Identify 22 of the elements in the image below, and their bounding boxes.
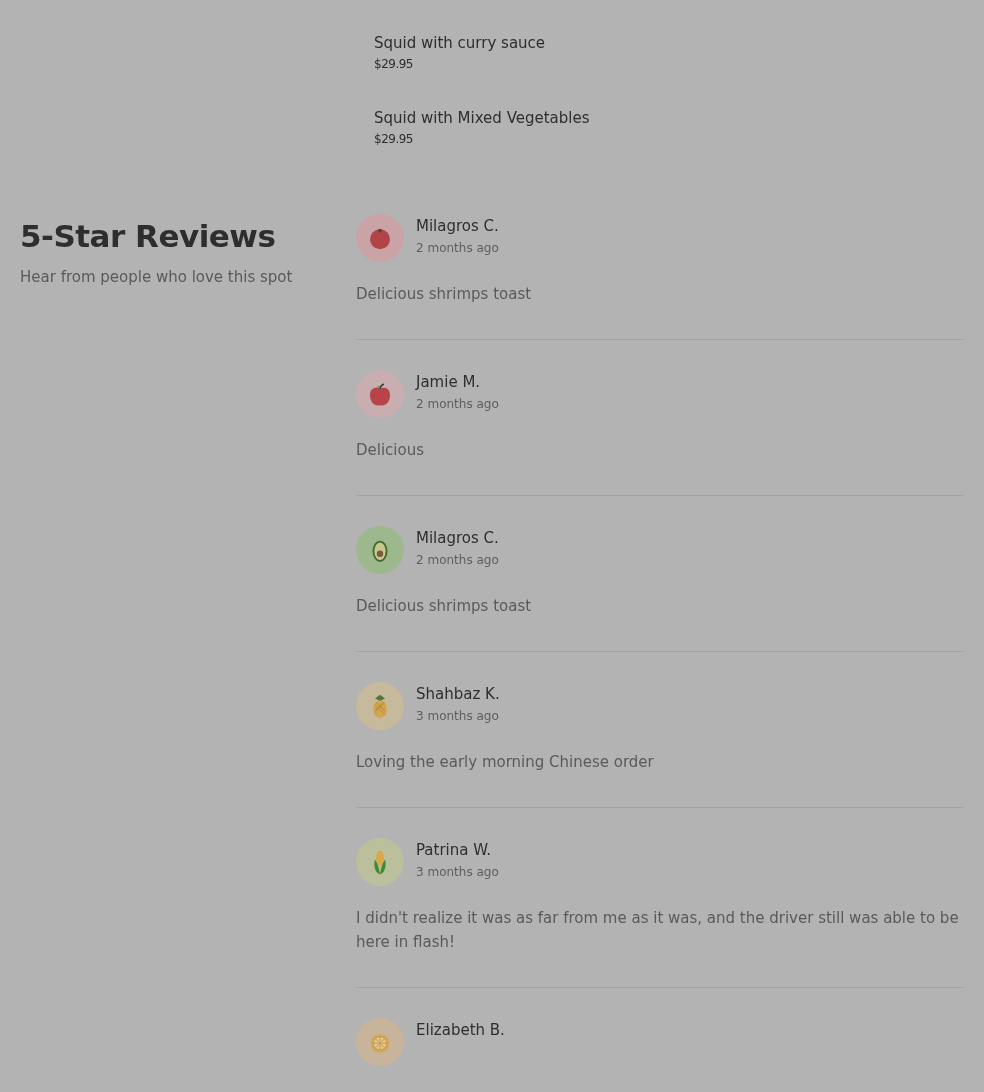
- section-title: 5-Star Reviews: [20, 217, 277, 256]
- author-name: Milagros C.: [416, 216, 499, 237]
- review-text: I didn't realize it was as far from me as it was, and the driver still was able to be here in flash!: [356, 908, 960, 953]
- review-text: Delicious shrimps toast: [356, 596, 533, 617]
- review-text: Delicious shrimps toast: [356, 284, 533, 305]
- item-price: $29.95: [374, 56, 414, 73]
- review-time: 2 months ago: [416, 240, 499, 257]
- review-text: Delicious: [356, 440, 426, 461]
- review-time: 2 months ago: [416, 552, 499, 569]
- author-name: Patrina W.: [416, 840, 493, 861]
- item-name: Squid with Mixed Vegetables: [374, 108, 591, 129]
- author-name: Elizabeth B.: [416, 1020, 505, 1041]
- author-name: Milagros C.: [416, 528, 499, 549]
- item-price: $29.95: [374, 131, 414, 148]
- review-time: 3 months ago: [416, 708, 500, 725]
- author-name: Shahbaz K.: [416, 684, 500, 705]
- author-name: Jamie M.: [416, 372, 482, 393]
- section-subtitle: Hear from people who love this spot: [20, 268, 294, 286]
- review-text: Loving the early morning Chinese order: [356, 752, 655, 773]
- item-name: Squid with curry sauce: [374, 33, 547, 54]
- review-time: 3 months ago: [416, 864, 499, 881]
- review-time: 2 months ago: [416, 396, 499, 413]
